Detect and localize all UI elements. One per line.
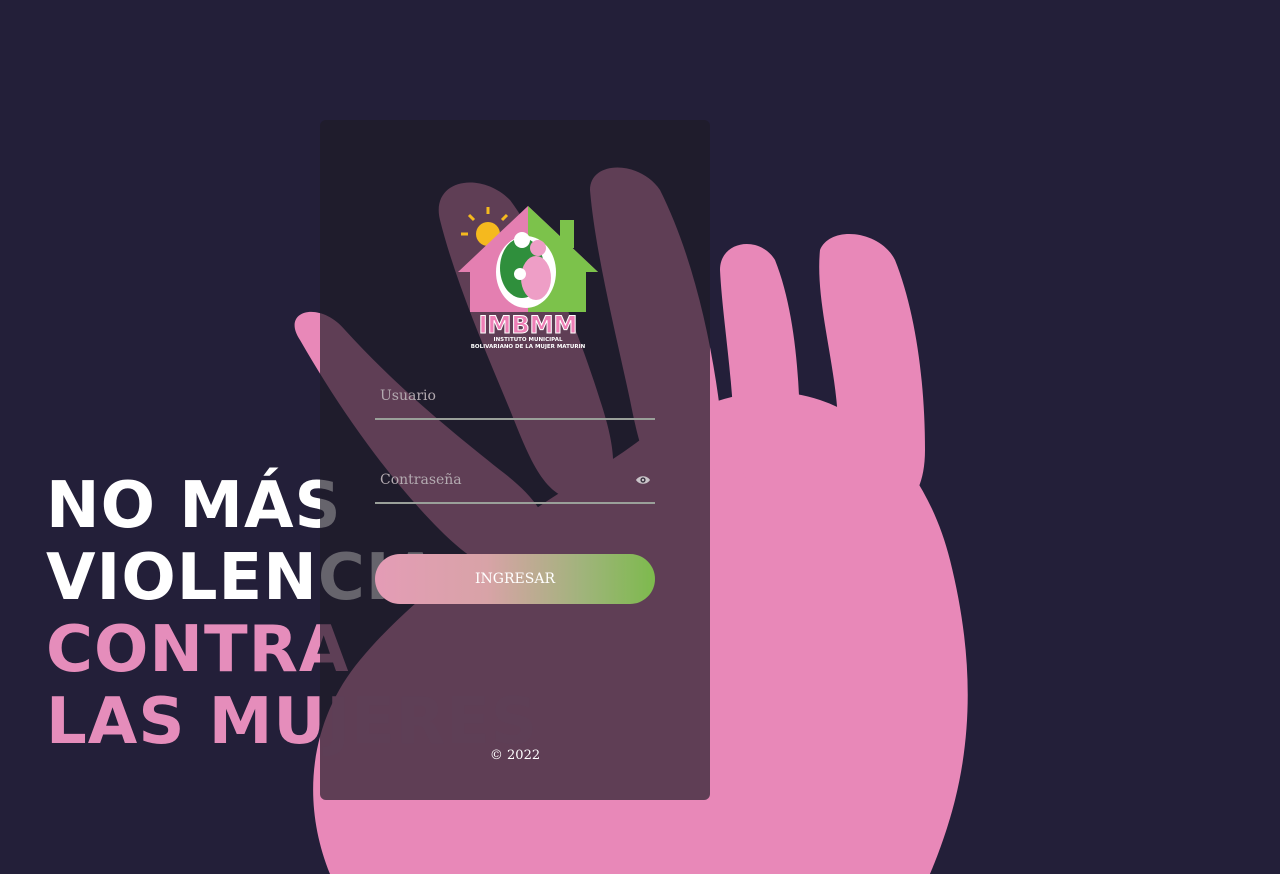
login-page: NO MÁS VIOLENCIA CONTRA LAS MUJERES IMBM… <box>0 0 1280 874</box>
login-card: IMBMM INSTITUTO MUNICIPAL BOLIVARIANO DE… <box>320 120 710 800</box>
password-input[interactable] <box>375 462 630 498</box>
username-field <box>375 378 655 420</box>
logo-caption-1: INSTITUTO MUNICIPAL <box>494 337 563 343</box>
imbmm-logo: IMBMM INSTITUTO MUNICIPAL BOLIVARIANO DE… <box>458 206 598 350</box>
username-input[interactable] <box>375 378 630 414</box>
logo-caption-2: BOLIVARIANO DE LA MUJER MATURIN <box>471 344 586 350</box>
logo-acronym: IMBMM <box>479 311 578 339</box>
copyright-footer: © 2022 <box>489 748 541 763</box>
eye-icon[interactable] <box>635 472 651 488</box>
login-button[interactable]: INGRESAR <box>375 554 655 604</box>
password-field <box>375 462 655 504</box>
